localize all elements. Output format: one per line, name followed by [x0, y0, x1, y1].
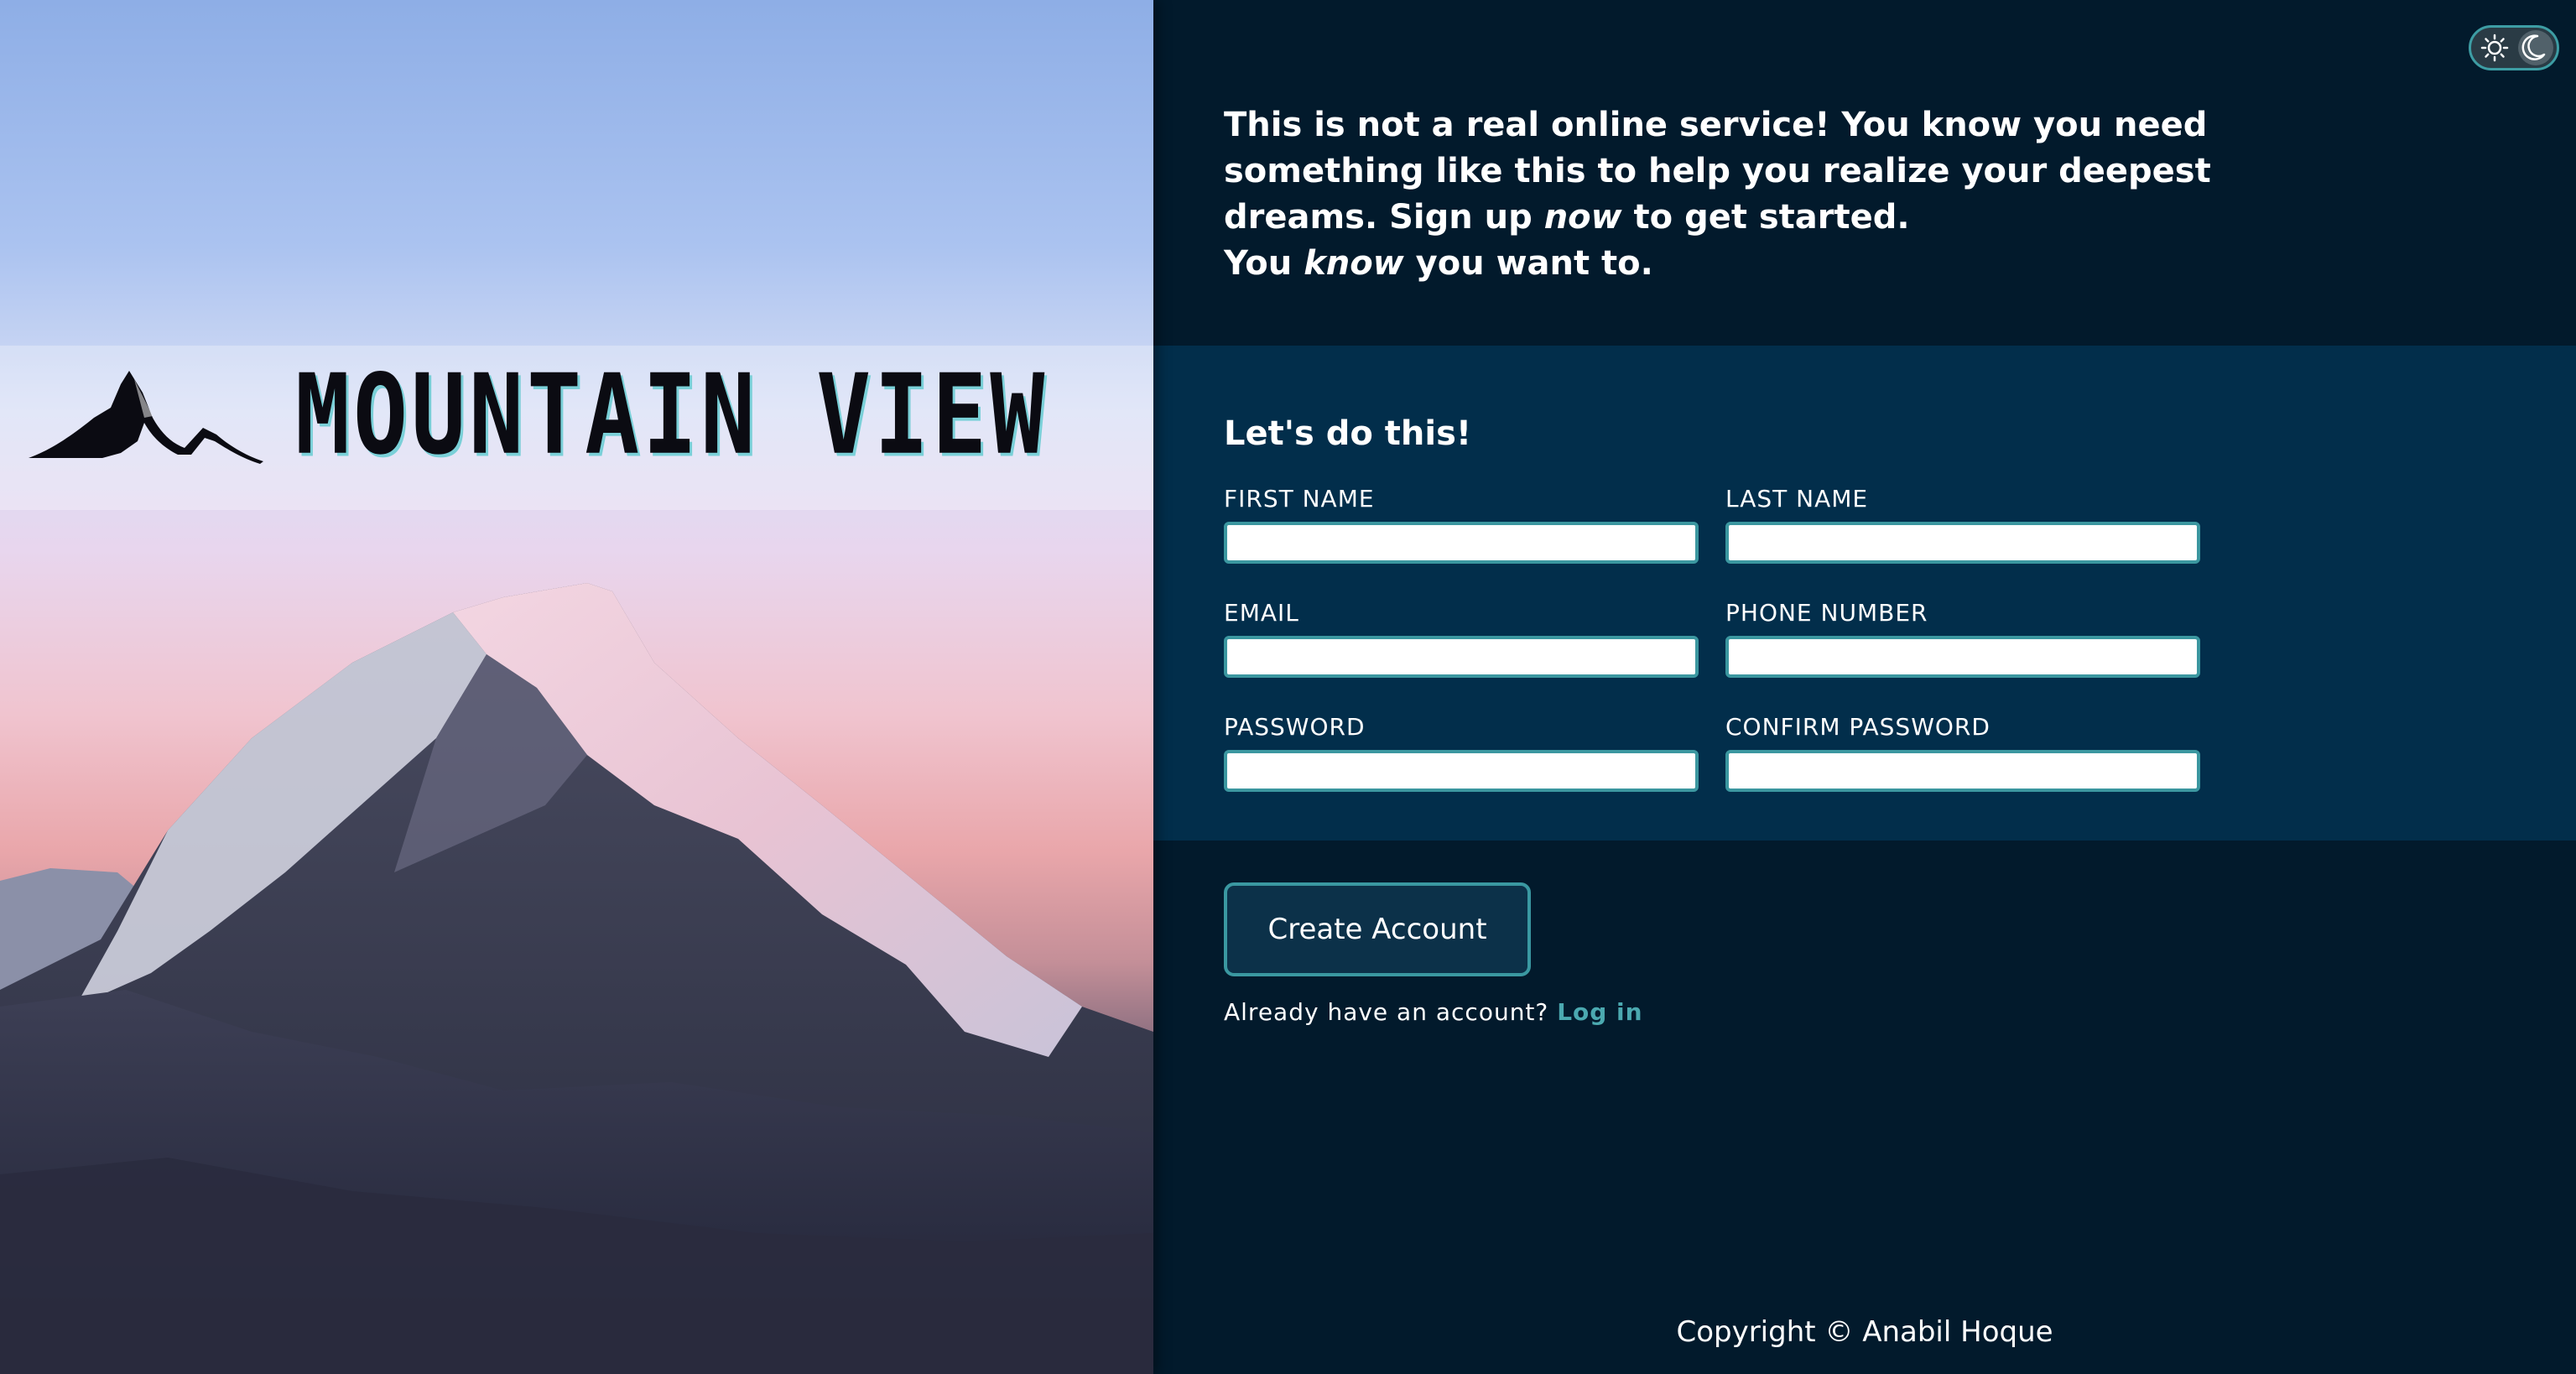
email-input[interactable]: [1224, 636, 1699, 678]
intro-line2-emphasis: know: [1304, 244, 1404, 283]
first-name-label: FIRST NAME: [1224, 485, 1375, 513]
sun-icon: [2480, 34, 2509, 62]
intro-line2-b: you want to.: [1403, 244, 1653, 283]
last-name-input[interactable]: [1725, 522, 2200, 564]
last-name-label: LAST NAME: [1725, 485, 1869, 513]
intro-text: This is not a real online service! You k…: [1224, 102, 2230, 287]
hero-image: MOUNTAIN VIEW: [0, 0, 1153, 1374]
phone-label: PHONE NUMBER: [1725, 599, 1928, 627]
signup-page: MOUNTAIN VIEW This is not a real online …: [0, 0, 2576, 1374]
intro-line2-a: You: [1224, 244, 1304, 283]
phone-field-group: PHONE NUMBER: [1725, 599, 2200, 678]
confirm-password-field-group: CONFIRM PASSWORD: [1725, 713, 2200, 792]
password-input[interactable]: [1224, 750, 1699, 792]
signup-form: Let's do this! FIRST NAME LAST NAME EMAI…: [1153, 346, 2576, 841]
signup-panel: This is not a real online service! You k…: [1153, 0, 2576, 1374]
form-title: Let's do this!: [1224, 414, 1472, 453]
first-name-field-group: FIRST NAME: [1224, 485, 1699, 564]
phone-input[interactable]: [1725, 636, 2200, 678]
first-name-input[interactable]: [1224, 522, 1699, 564]
footer-copyright: Copyright © Anabil Hoque: [1676, 1315, 2053, 1349]
confirm-password-input[interactable]: [1725, 750, 2200, 792]
login-link[interactable]: Log in: [1557, 998, 1642, 1026]
create-account-button[interactable]: Create Account: [1224, 882, 1531, 976]
last-name-field-group: LAST NAME: [1725, 485, 2200, 564]
login-prompt-text: Already have an account?: [1224, 998, 1549, 1026]
login-prompt: Already have an account? Log in: [1224, 998, 1643, 1026]
email-field-group: EMAIL: [1224, 599, 1699, 678]
password-label: PASSWORD: [1224, 713, 1366, 741]
intro-line1-b: to get started.: [1621, 198, 1910, 237]
intro-line1-emphasis: now: [1543, 198, 1622, 237]
mountain-logo-icon: [29, 371, 263, 464]
moon-icon: [2521, 34, 2546, 60]
brand-name: MOUNTAIN VIEW: [295, 351, 1049, 480]
password-field-group: PASSWORD: [1224, 713, 1699, 792]
confirm-password-label: CONFIRM PASSWORD: [1725, 713, 1991, 741]
mountain-illustration: [0, 583, 1153, 1374]
theme-toggle[interactable]: [2469, 25, 2559, 70]
email-label: EMAIL: [1224, 599, 1299, 627]
